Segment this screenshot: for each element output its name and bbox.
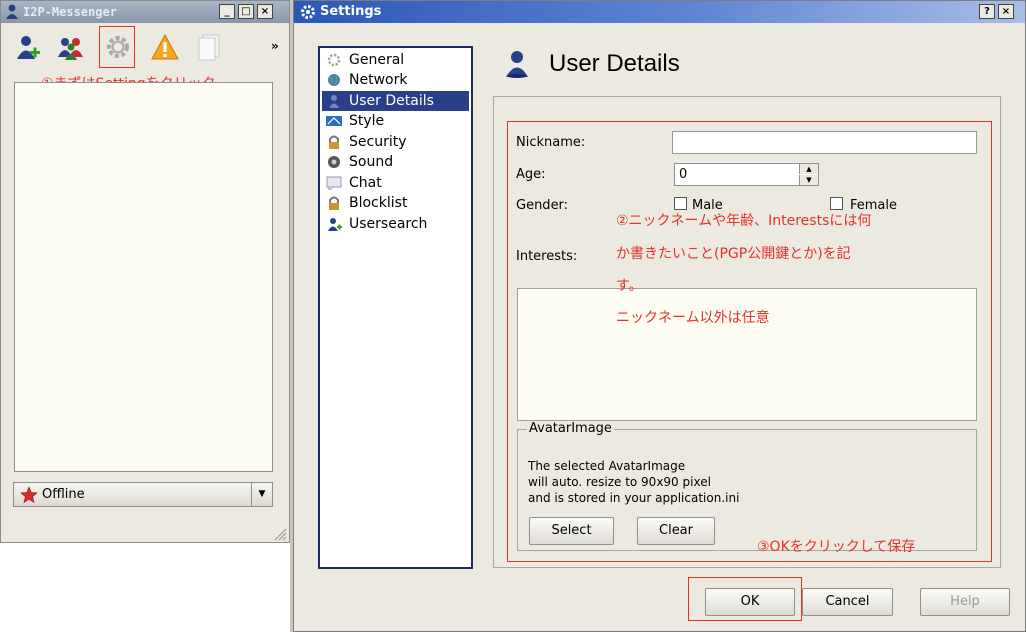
annotation-step2-line3: す。 xyxy=(616,278,643,294)
users-icon[interactable] xyxy=(57,33,85,61)
stepper-down-icon[interactable]: ▼ xyxy=(799,175,818,185)
age-value: 0 xyxy=(679,167,688,182)
nav-item-label: General xyxy=(349,52,405,68)
nav-item-label: User Details xyxy=(349,93,434,109)
add-user-icon[interactable] xyxy=(13,33,41,61)
nav-item-chat[interactable]: Chat xyxy=(322,173,469,193)
annotation-step2-line1: ②ニックネームや年齢、Interestsには何 xyxy=(616,213,872,229)
settings-titlebar[interactable]: Settings ? × xyxy=(294,1,1025,23)
nav-item-user-details[interactable]: User Details xyxy=(322,91,469,111)
female-checkbox[interactable] xyxy=(830,197,843,210)
contact-list[interactable] xyxy=(14,82,273,472)
resize-grip-icon[interactable] xyxy=(271,525,287,541)
nickname-field[interactable] xyxy=(672,131,977,154)
settings-highlight-box xyxy=(99,26,135,68)
settings-window: Settings ? × General Network User Detail… xyxy=(293,0,1026,632)
gear-icon xyxy=(300,4,316,20)
nav-item-general[interactable]: General xyxy=(322,50,469,70)
nav-item-blocklist[interactable]: Blocklist xyxy=(322,193,469,213)
avatar-desc-line1: The selected AvatarImage xyxy=(528,459,686,473)
nav-item-label: Sound xyxy=(349,154,394,170)
maximize-button[interactable]: □ xyxy=(238,4,254,19)
chat-icon xyxy=(326,176,342,191)
notes-icon[interactable] xyxy=(196,33,224,61)
globe-icon xyxy=(326,73,342,87)
clear-avatar-button[interactable]: Clear xyxy=(637,517,715,545)
settings-nav[interactable]: General Network User Details Style Secur… xyxy=(318,46,473,569)
avatar-desc-line2: will auto. resize to 90x90 pixel xyxy=(528,475,711,489)
nav-item-style[interactable]: Style xyxy=(322,111,469,131)
messenger-titlebar[interactable]: I2P-Messenger _ □ × xyxy=(1,1,289,23)
nav-item-security[interactable]: Security xyxy=(322,132,469,152)
annotation-step3: ③OKをクリックして保存 xyxy=(757,539,916,555)
user-icon xyxy=(504,50,530,78)
avatar-desc-line3: and is stored in your application.ini xyxy=(528,491,740,505)
star-icon xyxy=(20,486,38,504)
interests-label: Interests: xyxy=(516,249,578,264)
minimize-button[interactable]: _ xyxy=(219,4,235,19)
close-settings-button[interactable]: × xyxy=(998,4,1014,19)
messenger-app-icon xyxy=(5,4,19,20)
nav-item-label: Network xyxy=(349,72,408,88)
nav-item-usersearch[interactable]: Usersearch xyxy=(322,214,469,234)
annotation-step2-line4: ニックネーム以外は任意 xyxy=(616,310,770,326)
lock-icon xyxy=(326,135,342,149)
nav-item-network[interactable]: Network xyxy=(322,70,469,90)
lock-icon xyxy=(326,196,342,210)
chevron-down-icon[interactable]: ▼ xyxy=(251,483,272,506)
page-title: User Details xyxy=(549,50,680,77)
settings-title: Settings xyxy=(320,4,382,19)
nav-item-sound[interactable]: Sound xyxy=(322,152,469,172)
nickname-label: Nickname: xyxy=(516,135,586,150)
close-button[interactable]: × xyxy=(257,4,273,19)
status-label: Offline xyxy=(42,487,85,502)
age-label: Age: xyxy=(516,167,546,182)
annotation-step2-line2: か書きたいこと(PGP公開鍵とか)を記 xyxy=(616,246,851,262)
avatar-group-label: AvatarImage xyxy=(527,421,614,436)
messenger-window: I2P-Messenger _ □ × » ①まずはSettingをクリック O… xyxy=(0,0,290,543)
nav-item-label: Blocklist xyxy=(349,195,408,211)
warning-icon[interactable] xyxy=(151,33,179,61)
nav-item-label: Security xyxy=(349,134,407,150)
age-stepper[interactable]: 0 ▲ ▼ xyxy=(674,163,819,186)
nav-item-label: Usersearch xyxy=(349,216,428,232)
select-avatar-button[interactable]: Select xyxy=(529,517,614,545)
cancel-button[interactable]: Cancel xyxy=(802,588,893,616)
speaker-icon xyxy=(326,155,342,169)
toolbar-overflow-icon[interactable]: » xyxy=(271,39,279,53)
user-search-icon xyxy=(326,217,342,231)
gender-label: Gender: xyxy=(516,198,569,213)
help-title-button[interactable]: ? xyxy=(979,4,995,19)
nav-item-label: Style xyxy=(349,113,385,129)
nav-item-label: Chat xyxy=(349,175,382,191)
stepper-up-icon[interactable]: ▲ xyxy=(799,164,818,174)
status-select[interactable]: Offline ▼ xyxy=(13,482,273,507)
help-button: Help xyxy=(920,588,1010,616)
messenger-title: I2P-Messenger xyxy=(23,5,117,19)
style-icon xyxy=(326,114,342,128)
user-icon xyxy=(326,94,342,108)
ok-button[interactable]: OK xyxy=(705,588,795,616)
gear-icon xyxy=(326,53,342,67)
male-checkbox[interactable] xyxy=(674,197,687,210)
